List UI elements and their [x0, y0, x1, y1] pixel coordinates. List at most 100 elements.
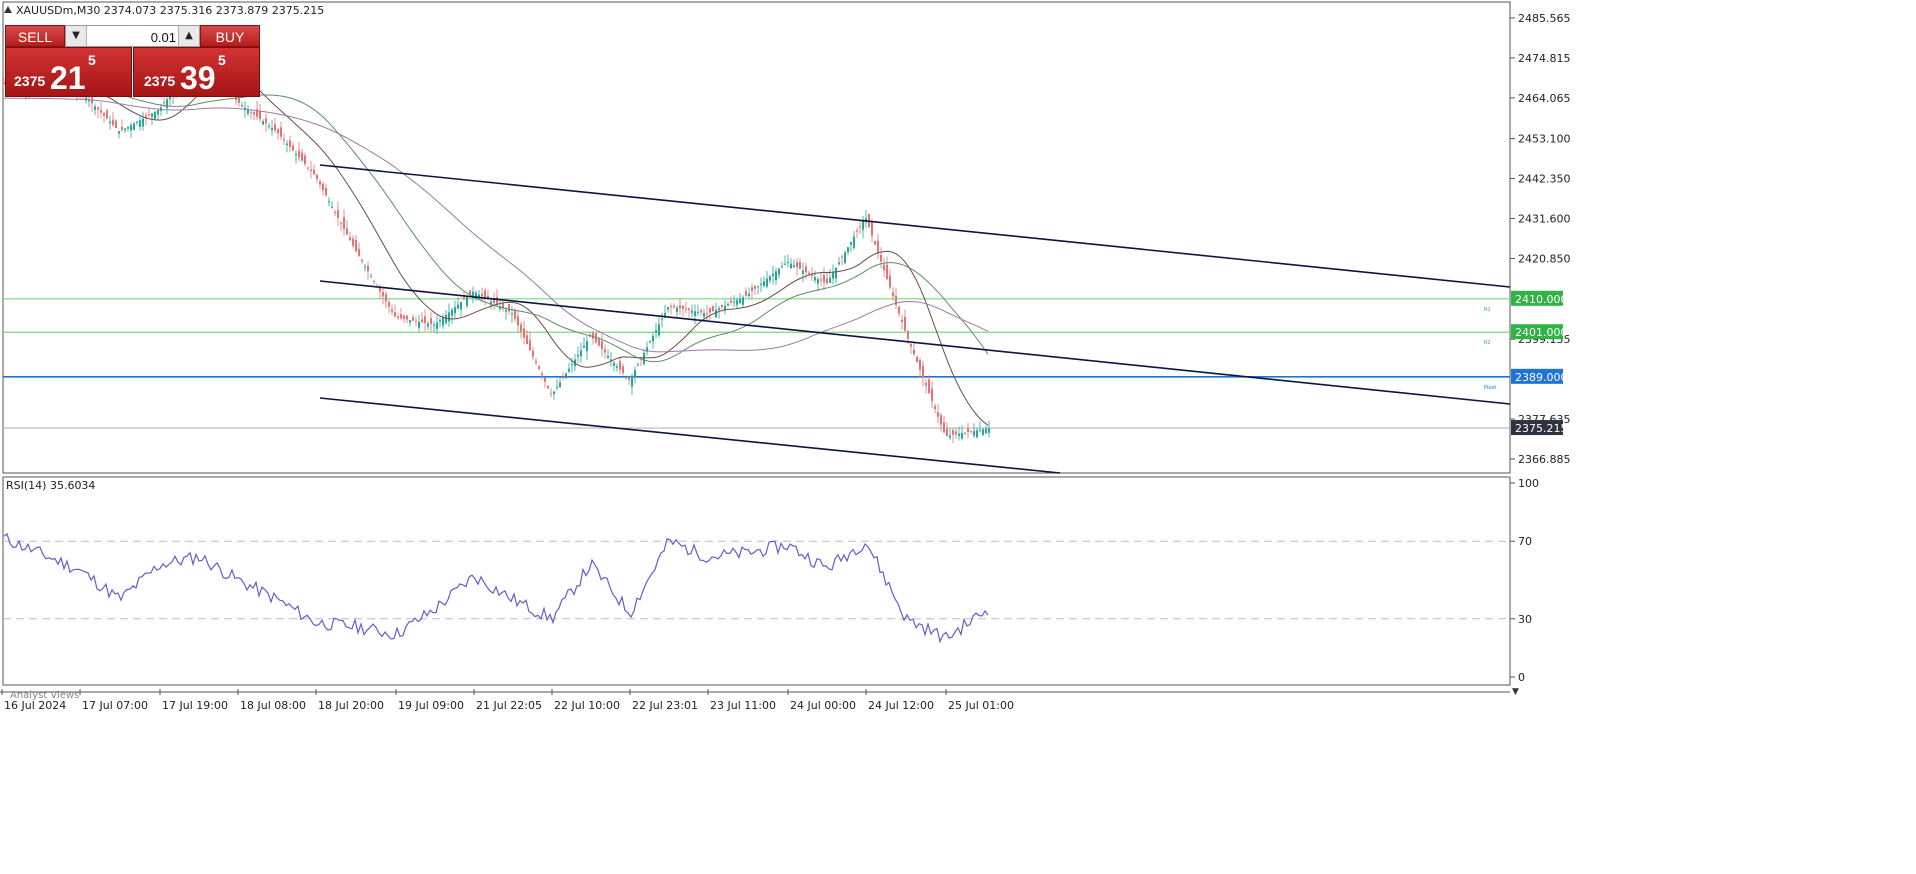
- bear-candle: [253, 112, 255, 115]
- bull-candle: [328, 201, 330, 203]
- bear-candle: [463, 297, 465, 300]
- bear-candle: [928, 379, 930, 394]
- time-tick-label: 22 Jul 10:00: [554, 699, 620, 712]
- bull-candle: [142, 118, 144, 127]
- bull-candle: [727, 304, 729, 306]
- bear-candle: [100, 110, 102, 113]
- chart-canvas[interactable]: XAUUSDm,M30 2374.073 2375.316 2373.879 2…: [0, 0, 1916, 874]
- lot-decrease-arrow-icon[interactable]: ▼: [66, 26, 87, 46]
- bear-candle: [355, 240, 357, 252]
- bear-candle: [520, 324, 522, 332]
- buy-button[interactable]: BUY: [200, 25, 260, 47]
- bull-candle: [625, 376, 627, 379]
- bull-candle: [139, 120, 141, 127]
- bull-candle: [838, 262, 840, 265]
- bear-candle: [382, 291, 384, 297]
- bear-candle: [349, 237, 351, 241]
- sell-price-fraction: 5: [88, 52, 96, 68]
- lot-size-input[interactable]: [88, 27, 178, 47]
- bear-candle: [523, 328, 525, 338]
- bear-candle: [937, 412, 939, 417]
- bear-candle: [709, 307, 711, 313]
- time-tick-label: 25 Jul 01:00: [948, 699, 1014, 712]
- rsi-tick-label: 30: [1518, 613, 1532, 626]
- bear-candle: [406, 315, 408, 320]
- bull-candle: [409, 320, 411, 323]
- bull-candle: [694, 311, 696, 316]
- bear-candle: [259, 110, 261, 119]
- lot-increase-arrow-icon[interactable]: ▲: [178, 26, 199, 46]
- bear-candle: [799, 262, 801, 269]
- bull-candle: [766, 278, 768, 287]
- bull-candle: [769, 276, 771, 281]
- bull-candle: [127, 126, 129, 129]
- bull-candle: [817, 279, 819, 284]
- buy-price-box[interactable]: 2375 39 5: [133, 47, 260, 97]
- bull-candle: [586, 341, 588, 352]
- bull-candle: [847, 247, 849, 253]
- bull-candle: [829, 277, 831, 283]
- bull-candle: [832, 272, 834, 279]
- bear-candle: [544, 377, 546, 382]
- bear-candle: [508, 304, 510, 312]
- bull-candle: [442, 317, 444, 326]
- bull-candle: [835, 267, 837, 279]
- bull-candle: [862, 221, 864, 230]
- bear-candle: [892, 292, 894, 297]
- bull-candle: [241, 105, 243, 107]
- bear-candle: [529, 340, 531, 351]
- sell-price-prefix: 2375: [14, 73, 46, 89]
- bear-candle: [283, 138, 285, 141]
- price-tick-label: 2474.815: [1518, 52, 1571, 65]
- channel-upper-line: [319, 164, 1511, 288]
- bear-candle: [469, 290, 471, 295]
- bear-candle: [856, 230, 858, 232]
- level-marker-label: R2: [1484, 340, 1491, 346]
- rsi-tick-label: 70: [1518, 535, 1532, 548]
- price-tick-label: 2366.885: [1518, 453, 1571, 466]
- bear-candle: [730, 300, 732, 303]
- bull-candle: [616, 366, 618, 368]
- bull-candle: [433, 324, 435, 326]
- bull-candle: [634, 370, 636, 378]
- bear-candle: [103, 113, 105, 116]
- bull-candle: [370, 276, 372, 278]
- time-tick-label: 23 Jul 11:00: [710, 699, 776, 712]
- bull-candle: [577, 355, 579, 357]
- bull-candle: [652, 335, 654, 342]
- bull-candle: [454, 307, 456, 314]
- sell-button[interactable]: SELL: [5, 25, 65, 47]
- bull-candle: [718, 308, 720, 311]
- buy-price-main: 39: [180, 60, 216, 96]
- bear-candle: [538, 366, 540, 370]
- bear-candle: [967, 428, 969, 433]
- bear-candle: [547, 385, 549, 389]
- bull-candle: [964, 432, 966, 434]
- moving-average-mid-line: [4, 82, 989, 363]
- bear-candle: [532, 350, 534, 357]
- bull-candle: [781, 266, 783, 268]
- bear-candle: [145, 115, 147, 117]
- bear-candle: [823, 275, 825, 283]
- bull-candle: [775, 271, 777, 281]
- lot-size-field[interactable]: ▼ ▲: [65, 25, 200, 47]
- bull-candle: [979, 429, 981, 431]
- bear-candle: [289, 140, 291, 148]
- bull-candle: [271, 128, 273, 131]
- price-tick-label: 2464.065: [1518, 92, 1571, 105]
- time-tick-label: 24 Jul 00:00: [790, 699, 856, 712]
- bear-candle: [541, 373, 543, 376]
- sell-price-box[interactable]: 2375 21 5: [5, 47, 132, 97]
- time-tick-label: 17 Jul 07:00: [82, 699, 148, 712]
- bear-candle: [955, 431, 957, 435]
- bull-candle: [505, 309, 507, 312]
- bull-candle: [448, 312, 450, 322]
- bull-candle: [553, 391, 555, 395]
- bull-candle: [733, 301, 735, 303]
- bear-candle: [391, 309, 393, 312]
- bull-candle: [88, 100, 90, 102]
- bear-candle: [601, 341, 603, 350]
- bear-candle: [400, 314, 402, 319]
- bull-candle: [247, 109, 249, 114]
- bear-candle: [745, 291, 747, 296]
